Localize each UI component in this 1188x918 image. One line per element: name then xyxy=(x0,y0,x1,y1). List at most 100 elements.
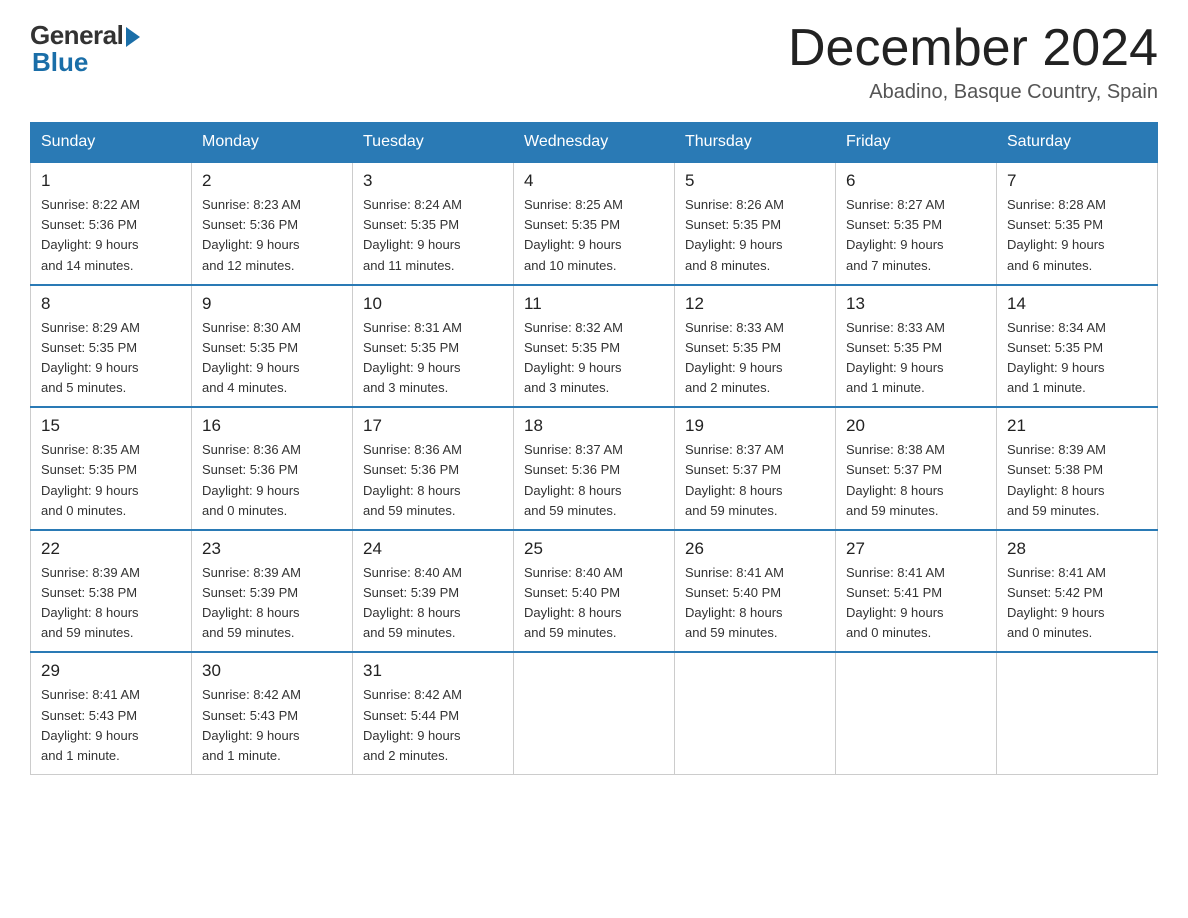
header-saturday: Saturday xyxy=(997,123,1158,163)
logo: General Blue xyxy=(30,20,140,78)
day-info: Sunrise: 8:37 AM Sunset: 5:37 PM Dayligh… xyxy=(685,440,825,521)
day-number: 17 xyxy=(363,416,503,436)
day-number: 29 xyxy=(41,661,181,681)
calendar-cell: 22 Sunrise: 8:39 AM Sunset: 5:38 PM Dayli… xyxy=(31,530,192,653)
calendar-cell: 11 Sunrise: 8:32 AM Sunset: 5:35 PM Dayli… xyxy=(514,285,675,408)
calendar-week-row: 22 Sunrise: 8:39 AM Sunset: 5:38 PM Dayli… xyxy=(31,530,1158,653)
day-info: Sunrise: 8:22 AM Sunset: 5:36 PM Dayligh… xyxy=(41,195,181,276)
day-number: 26 xyxy=(685,539,825,559)
day-info: Sunrise: 8:39 AM Sunset: 5:38 PM Dayligh… xyxy=(1007,440,1147,521)
day-number: 20 xyxy=(846,416,986,436)
day-info: Sunrise: 8:39 AM Sunset: 5:39 PM Dayligh… xyxy=(202,563,342,644)
calendar-cell: 18 Sunrise: 8:37 AM Sunset: 5:36 PM Dayli… xyxy=(514,407,675,530)
calendar-cell: 3 Sunrise: 8:24 AM Sunset: 5:35 PM Daylig… xyxy=(353,162,514,285)
day-number: 4 xyxy=(524,171,664,191)
day-number: 14 xyxy=(1007,294,1147,314)
day-info: Sunrise: 8:26 AM Sunset: 5:35 PM Dayligh… xyxy=(685,195,825,276)
day-info: Sunrise: 8:36 AM Sunset: 5:36 PM Dayligh… xyxy=(202,440,342,521)
day-info: Sunrise: 8:41 AM Sunset: 5:40 PM Dayligh… xyxy=(685,563,825,644)
calendar-cell: 14Sunrise: 8:34 AM Sunset: 5:35 PM Dayli… xyxy=(997,285,1158,408)
header-tuesday: Tuesday xyxy=(353,123,514,163)
day-number: 19 xyxy=(685,416,825,436)
day-info: Sunrise: 8:28 AM Sunset: 5:35 PM Dayligh… xyxy=(1007,195,1147,276)
day-info: Sunrise: 8:37 AM Sunset: 5:36 PM Dayligh… xyxy=(524,440,664,521)
day-info: Sunrise: 8:41 AM Sunset: 5:42 PM Dayligh… xyxy=(1007,563,1147,644)
day-info: Sunrise: 8:35 AM Sunset: 5:35 PM Dayligh… xyxy=(41,440,181,521)
logo-blue-text: Blue xyxy=(32,47,88,78)
day-info: Sunrise: 8:39 AM Sunset: 5:38 PM Dayligh… xyxy=(41,563,181,644)
day-info: Sunrise: 8:32 AM Sunset: 5:35 PM Dayligh… xyxy=(524,318,664,399)
calendar-cell: 17 Sunrise: 8:36 AM Sunset: 5:36 PM Dayli… xyxy=(353,407,514,530)
calendar-cell: 12Sunrise: 8:33 AM Sunset: 5:35 PM Dayli… xyxy=(675,285,836,408)
calendar-header-row: SundayMondayTuesdayWednesdayThursdayFrid… xyxy=(31,123,1158,163)
logo-arrow-icon xyxy=(126,27,140,47)
calendar-cell: 28 Sunrise: 8:41 AM Sunset: 5:42 PM Dayli… xyxy=(997,530,1158,653)
header-wednesday: Wednesday xyxy=(514,123,675,163)
calendar-cell: 7 Sunrise: 8:28 AM Sunset: 5:35 PM Daylig… xyxy=(997,162,1158,285)
calendar-cell: 16 Sunrise: 8:36 AM Sunset: 5:36 PM Dayli… xyxy=(192,407,353,530)
day-number: 18 xyxy=(524,416,664,436)
day-info: Sunrise: 8:24 AM Sunset: 5:35 PM Dayligh… xyxy=(363,195,503,276)
day-info: Sunrise: 8:41 AM Sunset: 5:41 PM Dayligh… xyxy=(846,563,986,644)
calendar-cell xyxy=(675,652,836,774)
day-number: 2 xyxy=(202,171,342,191)
day-number: 1 xyxy=(41,171,181,191)
day-info: Sunrise: 8:25 AM Sunset: 5:35 PM Dayligh… xyxy=(524,195,664,276)
day-number: 16 xyxy=(202,416,342,436)
month-title: December 2024 xyxy=(788,20,1158,77)
calendar-cell xyxy=(836,652,997,774)
calendar-cell: 9Sunrise: 8:30 AM Sunset: 5:35 PM Daylig… xyxy=(192,285,353,408)
page-header: General Blue December 2024 Abadino, Basq… xyxy=(30,20,1158,104)
calendar-cell: 15 Sunrise: 8:35 AM Sunset: 5:35 PM Dayli… xyxy=(31,407,192,530)
calendar-week-row: 15 Sunrise: 8:35 AM Sunset: 5:35 PM Dayli… xyxy=(31,407,1158,530)
calendar-week-row: 1 Sunrise: 8:22 AM Sunset: 5:36 PM Daylig… xyxy=(31,162,1158,285)
header-thursday: Thursday xyxy=(675,123,836,163)
calendar-cell: 27 Sunrise: 8:41 AM Sunset: 5:41 PM Dayli… xyxy=(836,530,997,653)
header-friday: Friday xyxy=(836,123,997,163)
calendar-cell: 4 Sunrise: 8:25 AM Sunset: 5:35 PM Daylig… xyxy=(514,162,675,285)
day-info: Sunrise: 8:33 AM Sunset: 5:35 PM Dayligh… xyxy=(685,318,825,399)
day-number: 28 xyxy=(1007,539,1147,559)
day-number: 21 xyxy=(1007,416,1147,436)
calendar-cell: 23 Sunrise: 8:39 AM Sunset: 5:39 PM Dayli… xyxy=(192,530,353,653)
day-info: Sunrise: 8:23 AM Sunset: 5:36 PM Dayligh… xyxy=(202,195,342,276)
day-info: Sunrise: 8:41 AM Sunset: 5:43 PM Dayligh… xyxy=(41,685,181,766)
day-info: Sunrise: 8:33 AM Sunset: 5:35 PM Dayligh… xyxy=(846,318,986,399)
day-number: 22 xyxy=(41,539,181,559)
calendar-cell: 30 Sunrise: 8:42 AM Sunset: 5:43 PM Dayli… xyxy=(192,652,353,774)
title-section: December 2024 Abadino, Basque Country, S… xyxy=(788,20,1158,104)
calendar-cell: 13 Sunrise: 8:33 AM Sunset: 5:35 PM Dayli… xyxy=(836,285,997,408)
calendar-cell: 10Sunrise: 8:31 AM Sunset: 5:35 PM Dayli… xyxy=(353,285,514,408)
day-number: 3 xyxy=(363,171,503,191)
header-sunday: Sunday xyxy=(31,123,192,163)
header-monday: Monday xyxy=(192,123,353,163)
day-number: 23 xyxy=(202,539,342,559)
calendar-cell: 24 Sunrise: 8:40 AM Sunset: 5:39 PM Dayli… xyxy=(353,530,514,653)
calendar-cell xyxy=(514,652,675,774)
calendar-cell: 20 Sunrise: 8:38 AM Sunset: 5:37 PM Dayli… xyxy=(836,407,997,530)
calendar-cell: 29 Sunrise: 8:41 AM Sunset: 5:43 PM Dayli… xyxy=(31,652,192,774)
day-number: 10 xyxy=(363,294,503,314)
day-info: Sunrise: 8:30 AM Sunset: 5:35 PM Dayligh… xyxy=(202,318,342,399)
day-number: 30 xyxy=(202,661,342,681)
calendar-cell: 21 Sunrise: 8:39 AM Sunset: 5:38 PM Dayli… xyxy=(997,407,1158,530)
day-number: 15 xyxy=(41,416,181,436)
location-subtitle: Abadino, Basque Country, Spain xyxy=(788,81,1158,104)
calendar-cell: 26 Sunrise: 8:41 AM Sunset: 5:40 PM Dayli… xyxy=(675,530,836,653)
calendar-week-row: 29 Sunrise: 8:41 AM Sunset: 5:43 PM Dayli… xyxy=(31,652,1158,774)
day-number: 27 xyxy=(846,539,986,559)
day-info: Sunrise: 8:40 AM Sunset: 5:39 PM Dayligh… xyxy=(363,563,503,644)
day-number: 6 xyxy=(846,171,986,191)
calendar-cell: 6Sunrise: 8:27 AM Sunset: 5:35 PM Daylig… xyxy=(836,162,997,285)
day-number: 25 xyxy=(524,539,664,559)
day-number: 11 xyxy=(524,294,664,314)
day-number: 7 xyxy=(1007,171,1147,191)
day-info: Sunrise: 8:36 AM Sunset: 5:36 PM Dayligh… xyxy=(363,440,503,521)
calendar-cell xyxy=(997,652,1158,774)
calendar-table: SundayMondayTuesdayWednesdayThursdayFrid… xyxy=(30,122,1158,775)
day-number: 24 xyxy=(363,539,503,559)
day-info: Sunrise: 8:38 AM Sunset: 5:37 PM Dayligh… xyxy=(846,440,986,521)
calendar-cell: 1 Sunrise: 8:22 AM Sunset: 5:36 PM Daylig… xyxy=(31,162,192,285)
day-info: Sunrise: 8:42 AM Sunset: 5:43 PM Dayligh… xyxy=(202,685,342,766)
day-number: 13 xyxy=(846,294,986,314)
